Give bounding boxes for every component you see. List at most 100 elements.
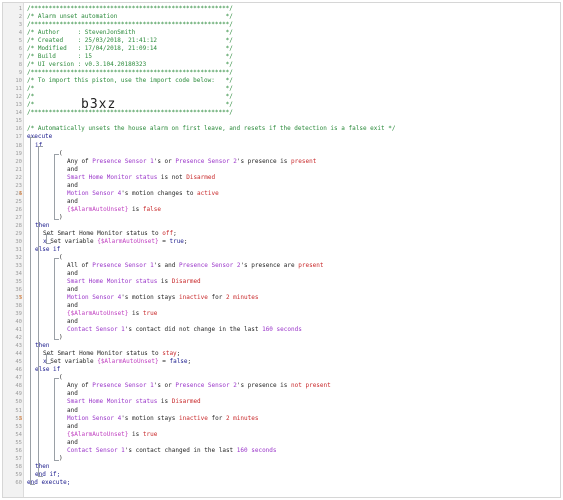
code-token: is not bbox=[157, 173, 187, 181]
code-token: and bbox=[67, 165, 78, 173]
code-token: off bbox=[162, 229, 174, 237]
code-token: /* Alarm unset automation */ bbox=[27, 13, 233, 21]
code-token: 's motion stays bbox=[121, 294, 179, 302]
code-token: /* */ bbox=[27, 101, 233, 109]
statement-block-bracket bbox=[46, 354, 51, 365]
code-token: 's or bbox=[153, 382, 176, 390]
code-token: /* */ bbox=[27, 85, 233, 93]
code-token: {$AlarmAutoUnset} bbox=[97, 358, 159, 366]
code-token: ; bbox=[183, 237, 188, 245]
code-token: false bbox=[169, 358, 188, 366]
code-token: ; bbox=[187, 358, 192, 366]
code-token: /***************************************… bbox=[27, 69, 233, 77]
code-token: /* Modified : 17/04/2018, 21:09:14 */ bbox=[27, 45, 233, 53]
code-token: /* Automatically unsets the house alarm … bbox=[27, 125, 396, 133]
code-token: ( bbox=[59, 253, 63, 261]
code-token: is bbox=[128, 205, 143, 213]
code-token: false bbox=[142, 205, 161, 213]
code-token: inactive bbox=[178, 294, 208, 302]
code-token: Smart Home Monitor status bbox=[67, 173, 158, 181]
code-token: 's contact changed in the last bbox=[124, 446, 237, 454]
code-token: = bbox=[158, 237, 170, 245]
code-token: and bbox=[67, 302, 78, 310]
condition-group-bracket bbox=[54, 257, 59, 341]
code-token: and bbox=[67, 406, 78, 414]
code-token: All of bbox=[67, 261, 93, 269]
code-token: Contact Sensor 1 bbox=[67, 326, 125, 334]
code-token: and bbox=[67, 286, 78, 294]
code-token: is bbox=[128, 310, 143, 318]
code-token: 's and bbox=[153, 261, 180, 269]
code-token: active bbox=[197, 189, 219, 197]
code-token: {$AlarmAutoUnset} bbox=[67, 205, 129, 213]
code-token: and bbox=[67, 438, 78, 446]
code-token: Presence Sensor 2 bbox=[179, 261, 241, 269]
code-token: /* To import this piston, use the import… bbox=[27, 77, 233, 85]
code-token: 2 minutes bbox=[225, 294, 259, 302]
code-token: 's contact did not change in the last bbox=[124, 326, 263, 334]
code-token: is bbox=[157, 398, 172, 406]
code-token: Disarmed bbox=[171, 278, 201, 286]
code-token: /* */ bbox=[27, 93, 233, 101]
code-token: Set variable bbox=[46, 237, 98, 245]
code-token: and bbox=[67, 318, 78, 326]
code-token: Presence Sensor 1 bbox=[92, 261, 154, 269]
code-token: /* Build : 15 */ bbox=[27, 53, 233, 61]
code-token: stay bbox=[162, 350, 177, 358]
code-line: 60 end execute; bbox=[3, 479, 560, 488]
piston-code-view: 1/**************************************… bbox=[2, 2, 561, 498]
code-token: 's presence is bbox=[236, 382, 292, 390]
code-token: Any of bbox=[67, 382, 93, 390]
code-token: 160 seconds bbox=[236, 446, 277, 454]
code-token: /***************************************… bbox=[27, 21, 233, 29]
code-token: 160 seconds bbox=[262, 326, 302, 334]
code-token: /***************************************… bbox=[27, 5, 233, 12]
code-token: {$AlarmAutoUnset} bbox=[67, 430, 129, 438]
code-token: Motion Sensor 4 bbox=[67, 189, 122, 197]
import-code: b3xz bbox=[81, 97, 117, 112]
condition-group-bracket bbox=[54, 378, 59, 461]
line-number: 60 bbox=[15, 479, 22, 486]
code-token: {$AlarmAutoUnset} bbox=[67, 310, 129, 318]
code-token: true bbox=[142, 310, 158, 318]
if-block-bracket bbox=[38, 145, 43, 477]
code-token: Motion Sensor 4 bbox=[67, 294, 122, 302]
code-token: not present bbox=[291, 382, 331, 390]
code-token: Presence Sensor 2 bbox=[175, 157, 237, 165]
code-token: Disarmed bbox=[186, 173, 216, 181]
code-token: ) bbox=[59, 213, 63, 221]
code-token: present bbox=[298, 261, 324, 269]
code-token: and bbox=[67, 181, 78, 189]
code-token: Contact Sensor 1 bbox=[67, 446, 125, 454]
code-token: for bbox=[207, 414, 226, 422]
code-token: Presence Sensor 2 bbox=[175, 382, 237, 390]
code-token: ( bbox=[59, 374, 63, 382]
code-token: Set variable bbox=[46, 358, 98, 366]
code-token: and bbox=[67, 390, 78, 398]
code-token: 's presence is bbox=[236, 157, 292, 165]
code-token: inactive bbox=[178, 414, 208, 422]
execute-block-bracket bbox=[30, 137, 35, 485]
code-token: Presence Sensor 1 bbox=[92, 382, 154, 390]
code-token: for bbox=[207, 294, 226, 302]
code-token: Set Smart Home Monitor status to bbox=[43, 229, 163, 237]
code-token: and bbox=[67, 422, 78, 430]
code-token: Presence Sensor 1 bbox=[92, 157, 154, 165]
code-token: Any of bbox=[67, 157, 93, 165]
code-token: 's or bbox=[153, 157, 176, 165]
code-token: /* UI version : v0.3.104.20180323 */ bbox=[27, 61, 233, 69]
code-token: ) bbox=[59, 334, 63, 342]
code-token: ( bbox=[59, 149, 63, 157]
code-token: ; bbox=[176, 350, 181, 358]
code-token: /***************************************… bbox=[27, 109, 233, 117]
code-token: 's presence are bbox=[240, 261, 299, 269]
code-token: Smart Home Monitor status bbox=[67, 398, 158, 406]
code-token: Disarmed bbox=[171, 398, 201, 406]
code-token: {$AlarmAutoUnset} bbox=[97, 237, 159, 245]
code-token: ) bbox=[59, 454, 63, 462]
code-token: is bbox=[128, 430, 143, 438]
code-token: and bbox=[67, 197, 78, 205]
code-token: 's motion stays bbox=[121, 414, 179, 422]
code-token: present bbox=[291, 157, 317, 165]
code-token: /* Author : StevenJonSmith */ bbox=[27, 29, 233, 37]
